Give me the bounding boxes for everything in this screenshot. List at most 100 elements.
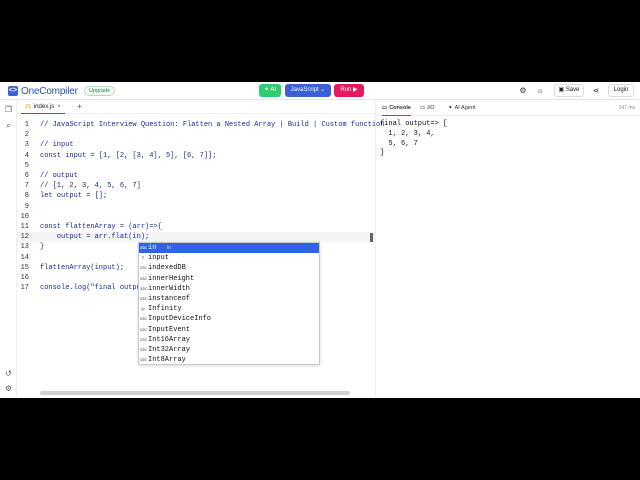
suggestion-item[interactable]: ⚲ input [139, 253, 319, 263]
upgrade-button[interactable]: Upgrade [84, 86, 116, 96]
share-icon[interactable]: ⋖ [591, 86, 601, 96]
line-code: const input = [1, [2, [3, 4], 5], [6, 7]… [40, 151, 217, 160]
code-line[interactable]: 7 // [1, 2, 3, 4, 5, 6, 7] [17, 181, 375, 191]
line-number: 1 [24, 121, 29, 129]
code-line[interactable]: 11 const flattenArray = (arr)=>{ [17, 222, 375, 232]
suggestion-item[interactable]: abc Int32Array [139, 345, 319, 355]
save-label: Save [565, 87, 580, 93]
console-line: final output=> [ [380, 120, 448, 128]
suggestion-label: Int16Array [148, 335, 191, 344]
code-line[interactable]: 9 [17, 202, 375, 212]
suggestion-label: indexedDB [148, 264, 186, 273]
code-line[interactable]: 4 const input = [1, [2, [3, 4], 5], [6, 7… [17, 151, 375, 161]
line-number: 13 [20, 243, 29, 252]
theme-icon[interactable]: ☼ [535, 86, 545, 96]
line-code: } [40, 243, 45, 252]
language-select[interactable]: JavaScript ⌄ [285, 84, 331, 97]
suggestion-item[interactable]: ▤ Infinity [139, 304, 319, 314]
line-number: 5 [24, 161, 29, 170]
code-line[interactable]: 8 let output = []; [17, 191, 375, 201]
tab-ai-agent-label: AI Agent [454, 105, 476, 111]
code-line[interactable]: 10 [17, 212, 375, 222]
suggestion-item[interactable]: abc innerWidth [139, 284, 319, 294]
suggestion-item[interactable]: abc indexedDB [139, 263, 319, 273]
file-tab-index[interactable]: JS index.js × [21, 100, 65, 114]
line-code: console.log("final outpu [40, 284, 141, 293]
tab-console[interactable]: ▭ Console [382, 100, 411, 116]
run-button[interactable]: Run ▶ [334, 84, 364, 97]
keyword-icon: abc [140, 347, 148, 352]
suggestion-item[interactable]: abc Int8Array [139, 355, 319, 365]
line-number: 10 [20, 212, 29, 221]
line-number: 11 [20, 223, 29, 231]
line-number: 6 [24, 172, 29, 180]
keyword-icon: abc [140, 316, 148, 322]
horizontal-scrollbar[interactable] [40, 391, 350, 395]
save-button[interactable]: ▣ Save [554, 84, 584, 97]
code-line[interactable]: 6 // output [17, 171, 375, 181]
suggestion-label: Infinity [148, 305, 182, 314]
code-line[interactable]: 12 output = arr.flat(in); [17, 232, 375, 243]
suggestion-detail: in [167, 245, 171, 251]
suggestion-label: Int32Array [148, 346, 191, 354]
line-number: 16 [20, 274, 29, 282]
keyword-icon: abc [140, 326, 148, 332]
left-rail: ❐ ⌕ ↺ ⚙ [0, 100, 17, 398]
suggestion-label: in [148, 244, 157, 252]
line-number: 14 [20, 253, 29, 262]
play-icon: ▶ [353, 87, 358, 93]
suggestion-item[interactable]: abc innerHeight [139, 274, 319, 284]
line-code: flattenArray(input); [40, 263, 125, 272]
line-code: // [1, 2, 3, 4, 5, 6, 7] [40, 182, 141, 191]
settings-rail-icon[interactable]: ⚙ [3, 383, 14, 394]
login-button[interactable]: Login [608, 84, 634, 97]
search-icon[interactable]: ⌕ [3, 120, 14, 131]
code-line[interactable]: 2 [17, 130, 375, 140]
settings-icon[interactable]: ⚙ [518, 86, 528, 96]
files-icon[interactable]: ❐ [3, 104, 14, 115]
suggestion-label: innerWidth [148, 284, 191, 293]
line-code: // input [40, 141, 74, 150]
code-line[interactable]: 3 // input [17, 140, 375, 150]
suggestion-label: innerHeight [148, 274, 195, 283]
suggestion-item[interactable]: abc InputDeviceInfo [139, 314, 319, 324]
suggestion-item[interactable]: abc in in [139, 243, 319, 253]
variable-icon: ⚲ [141, 255, 145, 261]
output-panel: ▭ Console ▭ I/O ✦ AI Agent 147 ms final out… [375, 100, 640, 398]
line-code: // JavaScript Interview Question: Flatte… [40, 121, 385, 129]
tab-io[interactable]: ▭ I/O [420, 100, 435, 116]
code-line[interactable]: 1 // JavaScript Interview Question: Flatt… [17, 120, 385, 130]
constant-icon: ▤ [141, 306, 145, 312]
code-line[interactable]: 5 [17, 161, 375, 171]
suggestion-label: input [148, 254, 170, 263]
header-bar: <> OneCompiler Upgrade ✦ AI JavaScript ⌄… [0, 82, 640, 100]
tab-ai-agent[interactable]: ✦ AI Agent [448, 100, 475, 116]
suggestion-label: InputDeviceInfo [148, 315, 212, 324]
console-line: 5, 6, 7 [380, 139, 418, 148]
suggestion-item[interactable]: abc Int16Array [139, 335, 319, 345]
autocomplete-popup: abc in in ⚲ input abc indexedDB abc innerHeight a… [138, 242, 320, 365]
console-line: ] [380, 149, 385, 158]
line-code: const flattenArray = (arr)=>{ [40, 223, 162, 231]
suggestion-label: Int8Array [148, 356, 186, 365]
keyword-icon: abc [140, 275, 148, 281]
logo-icon: <> [8, 86, 18, 96]
language-label: JavaScript [290, 87, 319, 93]
suggestion-item[interactable]: abc InputEvent [139, 325, 319, 335]
line-code: output = arr.flat(in); [40, 233, 150, 242]
console-icon: ▭ [382, 104, 388, 111]
line-number: 15 [20, 263, 29, 272]
brand-logo[interactable]: <> OneCompiler [8, 85, 78, 97]
line-number: 2 [24, 131, 29, 140]
line-code: let output = []; [40, 192, 108, 201]
add-file-icon[interactable]: + [77, 100, 82, 114]
output-tabs: ▭ Console ▭ I/O ✦ AI Agent 147 ms [376, 100, 640, 116]
ai-button[interactable]: ✦ AI [259, 84, 281, 97]
suggestion-item[interactable]: abc instanceof [139, 294, 319, 304]
overview-ruler-marker [370, 233, 373, 242]
keyword-icon: abc [140, 245, 148, 250]
sparkle-icon: ✦ [448, 105, 453, 111]
history-icon[interactable]: ↺ [3, 368, 14, 379]
line-code: // output [40, 172, 78, 180]
close-icon[interactable]: × [57, 100, 61, 114]
